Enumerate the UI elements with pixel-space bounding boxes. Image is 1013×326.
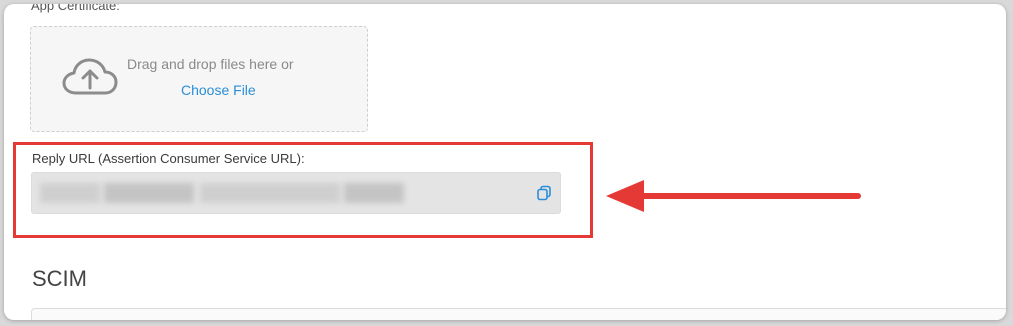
choose-file-link[interactable]: Choose File: [181, 82, 256, 98]
settings-card: App Certificate: Drag and drop files her…: [4, 4, 1006, 320]
copy-icon[interactable]: [536, 185, 552, 201]
arrow-annotation: [606, 180, 861, 212]
reply-url-value: [40, 173, 510, 213]
drop-instructions: Drag and drop files here or: [127, 56, 294, 72]
certificate-dropzone[interactable]: Drag and drop files here or Choose File: [30, 26, 368, 132]
reply-url-label: Reply URL (Assertion Consumer Service UR…: [32, 151, 305, 166]
app-certificate-label: App Certificate:: [31, 4, 120, 13]
cloud-upload-icon: [62, 58, 118, 95]
scim-panel: [31, 308, 1006, 320]
reply-url-field[interactable]: [31, 172, 561, 214]
scim-heading: SCIM: [32, 266, 87, 291]
